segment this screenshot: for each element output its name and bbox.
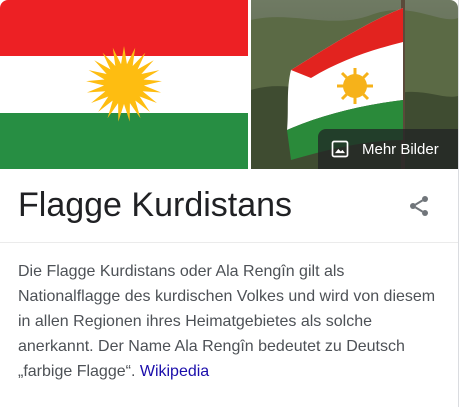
panel-title: Flagge Kurdistans bbox=[18, 186, 293, 224]
flag-image[interactable] bbox=[0, 0, 248, 169]
description-text: Die Flagge Kurdistans oder Ala Rengîn gi… bbox=[18, 263, 436, 380]
more-images-button[interactable]: Mehr Bilder bbox=[318, 129, 458, 169]
wikipedia-link[interactable]: Wikipedia bbox=[140, 363, 209, 380]
sun-disc bbox=[104, 64, 144, 104]
flag-photo[interactable]: Mehr Bilder bbox=[251, 0, 458, 169]
image-icon bbox=[330, 139, 350, 159]
title-row: Flagge Kurdistans bbox=[0, 169, 458, 243]
knowledge-panel: Mehr Bilder Flagge Kurdistans Die Flagge… bbox=[0, 0, 459, 407]
more-images-label: Mehr Bilder bbox=[362, 140, 439, 158]
share-icon[interactable] bbox=[406, 193, 432, 219]
panel-description: Die Flagge Kurdistans oder Ala Rengîn gi… bbox=[18, 259, 438, 384]
kurdistan-flag bbox=[0, 0, 248, 169]
image-strip: Mehr Bilder bbox=[0, 0, 458, 169]
